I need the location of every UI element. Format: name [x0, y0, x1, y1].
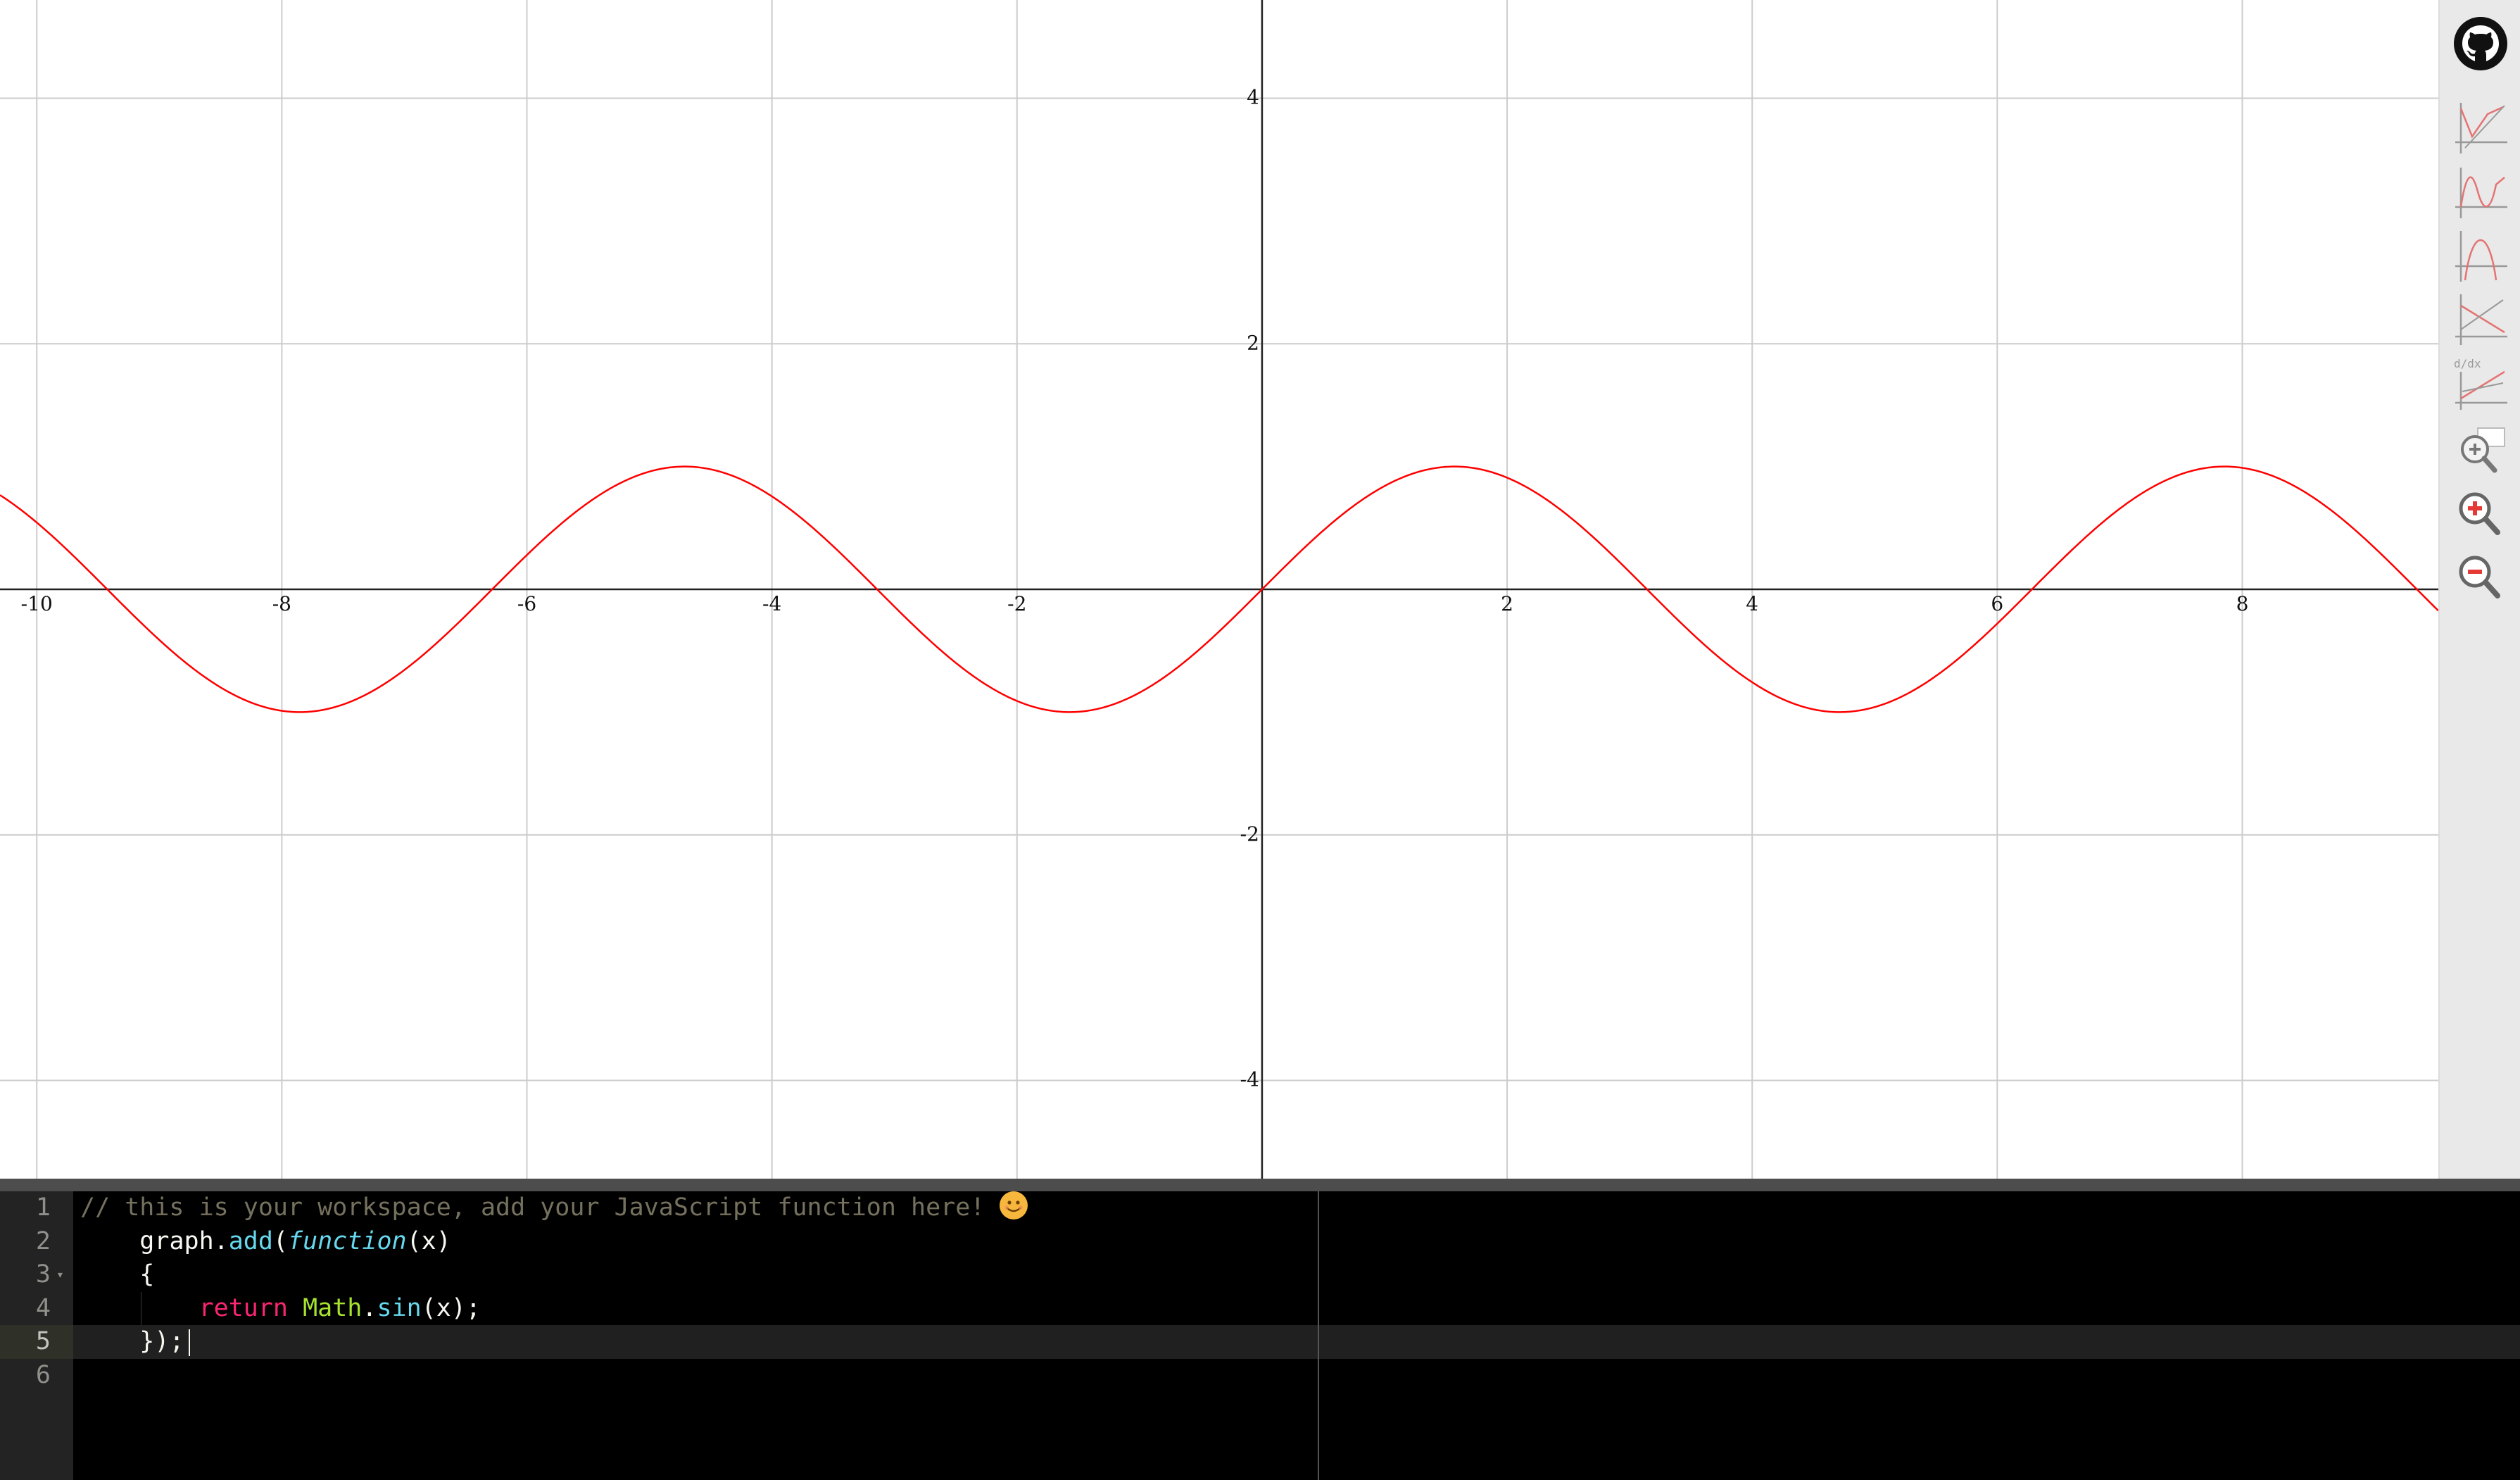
code-dot: .	[362, 1293, 377, 1322]
derivative-button[interactable]: d/dx	[2451, 353, 2510, 413]
zoom-out-button[interactable]	[2451, 545, 2510, 604]
grapher-app: -10 -8 -6 -4 -2 2 4 6 8 4 2 -2 -4 d/dx 1…	[0, 0, 2520, 1480]
x-tick-label: 2	[1501, 592, 1513, 615]
code-math-object: Math	[303, 1293, 363, 1322]
x-tick-label: 6	[1991, 592, 2003, 615]
plot-parabola-button[interactable]	[2451, 227, 2510, 286]
x-tick-label: -4	[762, 592, 781, 615]
code-line-3[interactable]: {	[80, 1258, 154, 1292]
svg-text:d/dx: d/dx	[2454, 357, 2481, 370]
y-tick-label: -2	[1240, 822, 1259, 846]
graph-canvas[interactable]: -10 -8 -6 -4 -2 2 4 6 8 4 2 -2 -4	[0, 0, 2438, 1179]
smiling-face-emoji-icon	[1000, 1191, 1028, 1219]
y-tick-label: 4	[1247, 86, 1259, 109]
plot-linear-button[interactable]	[2451, 99, 2510, 158]
line-number: 6	[35, 1360, 51, 1389]
plot-cross-icon	[2455, 294, 2507, 345]
panel-resize-handle[interactable]	[0, 1179, 2520, 1191]
toolbar-sidebar: d/dx	[2438, 0, 2520, 1179]
x-tick-label: -6	[517, 592, 536, 615]
plot-cross-button[interactable]	[2451, 290, 2510, 349]
line-number: 3	[35, 1260, 51, 1288]
code-line-4[interactable]: return Math.sin(x);	[80, 1292, 481, 1326]
print-margin	[1318, 1191, 1319, 1480]
fold-arrow-icon[interactable]: ▾	[56, 1258, 70, 1292]
plot-wave-icon	[2455, 168, 2507, 218]
plot-parabola-icon	[2455, 231, 2507, 282]
line-number: 1	[35, 1193, 51, 1222]
y-tick-label: -4	[1240, 1068, 1259, 1091]
code-object: graph.	[139, 1227, 229, 1255]
tick-labels: -10 -8 -6 -4 -2 2 4 6 8 4 2 -2 -4	[21, 86, 2249, 1091]
x-tick-label: -2	[1007, 592, 1026, 615]
line-number: 2	[35, 1227, 51, 1255]
code-closing: });	[139, 1327, 184, 1355]
zoom-out-icon	[2459, 556, 2500, 598]
x-tick-label: -8	[272, 592, 291, 615]
plot-linear-icon	[2455, 103, 2507, 153]
code-args: (x)	[406, 1227, 451, 1255]
code-line-1[interactable]: // this is your workspace, add your Java…	[80, 1191, 1028, 1225]
github-icon	[2454, 17, 2507, 70]
code-editor[interactable]: 1 2 3 ▾ 4 5 6 // this is your workspace,…	[0, 1191, 2520, 1480]
github-link[interactable]	[2451, 15, 2510, 75]
zoom-in-icon	[2459, 492, 2500, 535]
axes	[0, 0, 2438, 1179]
derivative-icon: d/dx	[2454, 357, 2507, 410]
zoom-fit-button[interactable]	[2451, 420, 2510, 479]
x-tick-label: 8	[2236, 592, 2249, 615]
code-line-2[interactable]: graph.add(function(x)	[80, 1225, 451, 1259]
zoom-in-button[interactable]	[2451, 482, 2510, 541]
zoom-fit-icon	[2461, 427, 2505, 473]
code-call-tail: (x);	[421, 1293, 481, 1322]
code-keyword-return: return	[199, 1293, 289, 1322]
code-keyword-function: function	[288, 1227, 407, 1255]
plot-wave-button[interactable]	[2451, 163, 2510, 222]
code-comment: // this is your workspace, add your Java…	[80, 1193, 1000, 1222]
text-cursor	[189, 1329, 190, 1356]
line-number: 4	[35, 1293, 51, 1322]
code-method: add	[228, 1227, 273, 1255]
line-number: 5	[35, 1327, 51, 1355]
y-tick-label: 2	[1247, 331, 1259, 354]
x-tick-label: 4	[1746, 592, 1758, 615]
active-line-highlight	[73, 1325, 2520, 1359]
code-line-5[interactable]: });	[80, 1325, 184, 1359]
code-paren: (	[272, 1227, 289, 1255]
code-sin-method: sin	[377, 1293, 422, 1322]
x-tick-label: -10	[21, 592, 53, 615]
graph-plot[interactable]: -10 -8 -6 -4 -2 2 4 6 8 4 2 -2 -4	[0, 0, 2438, 1179]
code-brace: {	[139, 1260, 155, 1288]
